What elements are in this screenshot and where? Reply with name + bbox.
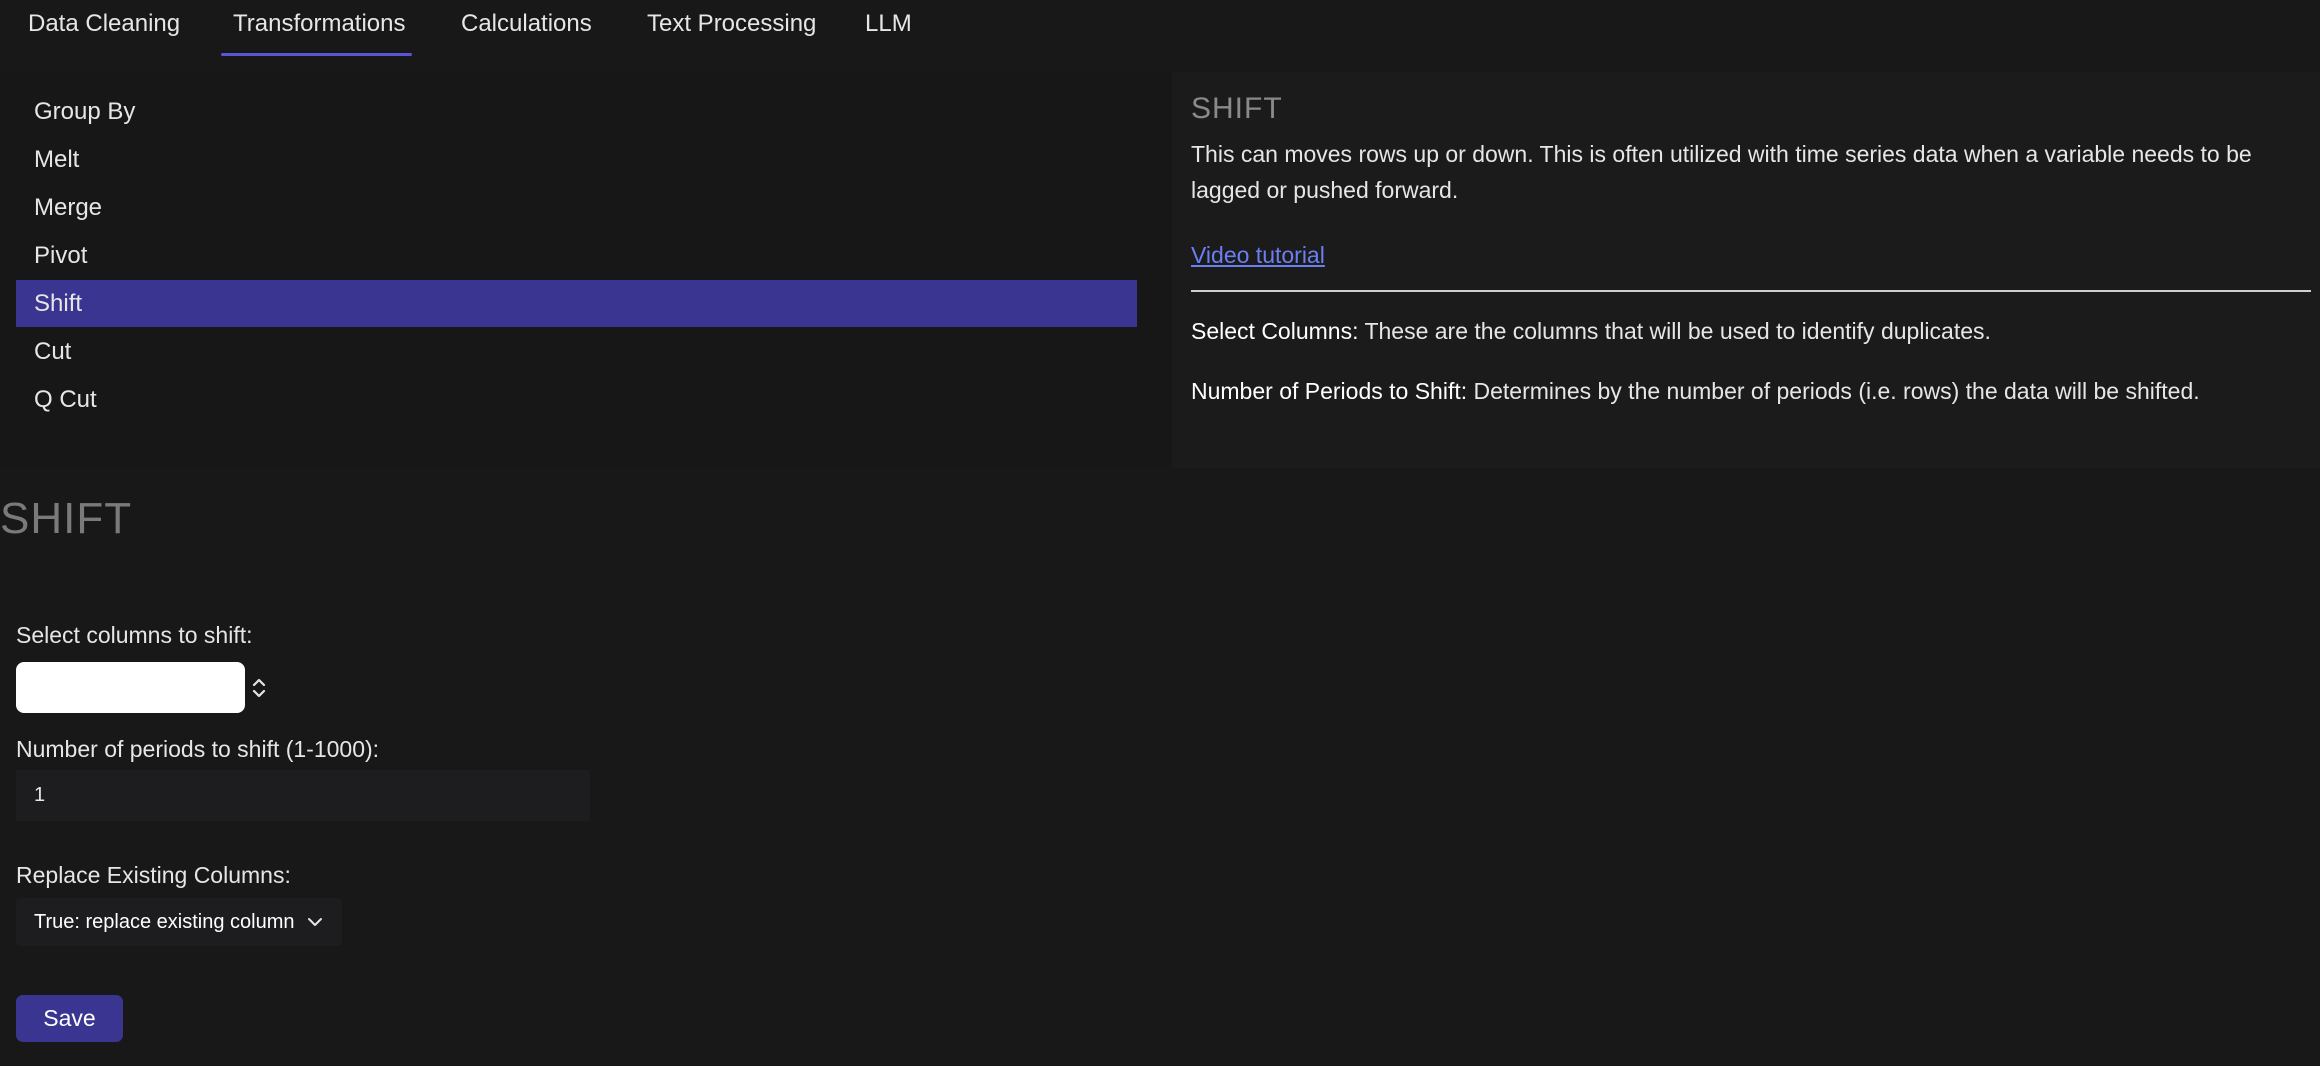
replace-columns-dropdown[interactable]: True: replace existing column xyxy=(16,898,342,946)
operation-list: Group By Melt Merge Pivot Shift Cut Q Cu… xyxy=(16,88,1137,428)
help-panel: SHIFT This can moves rows up or down. Th… xyxy=(1172,72,2320,468)
tab-text-processing[interactable]: Text Processing xyxy=(647,0,816,58)
shift-form xyxy=(0,590,2320,1066)
operation-item-q-cut[interactable]: Q Cut xyxy=(16,376,1137,423)
replace-columns-value: True: replace existing column xyxy=(34,911,295,933)
replace-label: Replace Existing Columns: xyxy=(16,862,291,888)
section-title: SHIFT xyxy=(0,494,133,543)
help-title: SHIFT xyxy=(1191,92,1283,125)
help-param-name: Number of Periods to Shift: xyxy=(1191,378,1468,404)
help-param-name: Select Columns: xyxy=(1191,318,1359,344)
tab-transformations[interactable]: Transformations xyxy=(221,0,412,58)
help-param-select-columns: Select Columns: These are the columns th… xyxy=(1191,318,1991,345)
help-param-periods: Number of Periods to Shift: Determines b… xyxy=(1191,378,2200,405)
up-down-chevron-icon[interactable] xyxy=(250,676,268,700)
chevron-down-icon xyxy=(308,918,322,926)
tab-transformations-label: Transformations xyxy=(233,10,406,37)
columns-label: Select columns to shift: xyxy=(16,622,253,648)
help-description: This can moves rows up or down. This is … xyxy=(1191,141,2252,203)
operation-item-shift[interactable]: Shift xyxy=(16,280,1137,327)
tab-llm[interactable]: LLM xyxy=(865,0,912,58)
help-divider xyxy=(1191,290,2311,292)
periods-input[interactable] xyxy=(16,770,590,821)
help-param-text: These are the columns that will be used … xyxy=(1358,318,1991,344)
help-param-text: Determines by the number of periods (i.e… xyxy=(1467,378,2200,404)
tab-calculations[interactable]: Calculations xyxy=(461,0,592,58)
operation-item-pivot[interactable]: Pivot xyxy=(16,232,1137,279)
columns-multiselect[interactable] xyxy=(16,662,245,713)
operation-item-merge[interactable]: Merge xyxy=(16,184,1137,231)
operation-item-group-by[interactable]: Group By xyxy=(16,88,1137,135)
periods-label: Number of periods to shift (1-1000): xyxy=(16,736,380,762)
tab-data-cleaning[interactable]: Data Cleaning xyxy=(28,0,180,58)
operation-item-cut[interactable]: Cut xyxy=(16,328,1137,375)
save-button[interactable]: Save xyxy=(16,995,123,1042)
operation-item-melt[interactable]: Melt xyxy=(16,136,1137,183)
top-tab-bar: Data Cleaning Transformations Calculatio… xyxy=(0,0,2320,58)
video-tutorial-link[interactable]: Video tutorial xyxy=(1191,242,1325,269)
